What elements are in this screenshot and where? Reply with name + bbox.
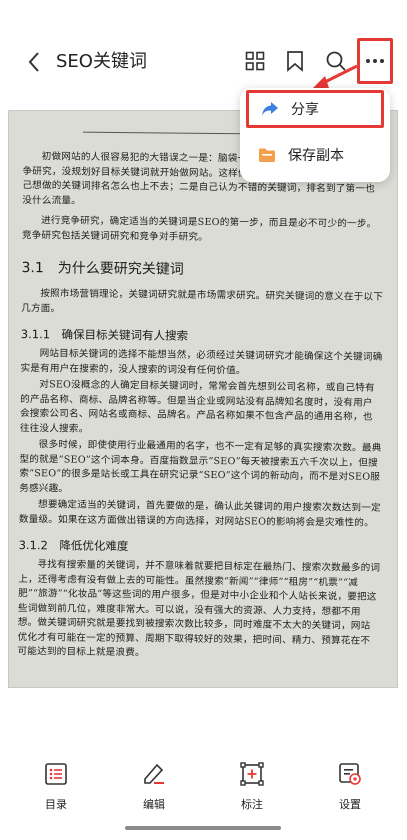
folder-icon (258, 146, 276, 164)
share-label: 分享 (291, 102, 319, 118)
catalog-button[interactable]: 目录 (26, 760, 86, 816)
settings-button[interactable]: 设置 (320, 760, 380, 816)
more-button[interactable] (357, 38, 393, 84)
document-content: 初做网站的人很容易犯的大错误之一是：脑袋一拍就贸然进入某个领域，跳过竞争研究，没… (17, 127, 385, 665)
page-title: SEO关键词 (56, 51, 147, 72)
more-menu: 分享 保存副本 (240, 88, 390, 182)
annotate-icon (238, 760, 266, 788)
paragraph: 网站目标关键词的选择不能想当然，必须经过关键词研究才能确保这个关键词确实是有用户… (20, 348, 383, 376)
bottom-toolbar: 目录 编辑 标注 设置 (0, 760, 407, 820)
edit-button[interactable]: 编辑 (124, 760, 184, 816)
bookmark-icon (287, 51, 303, 72)
pen-icon (140, 760, 168, 788)
save-copy-menu-item[interactable]: 保存副本 (246, 136, 384, 174)
catalog-label: 目录 (45, 798, 67, 811)
settings-icon (336, 760, 364, 788)
home-indicator[interactable] (125, 826, 281, 830)
paragraph: 对SEO没概念的人确定目标关键词时，常常会首先想到公司名称，或自己特有的产品名称… (19, 379, 375, 435)
annotate-label: 标注 (241, 798, 263, 811)
settings-label: 设置 (339, 798, 361, 811)
more-icon (366, 59, 384, 63)
back-arrow-icon (28, 52, 39, 72)
paragraph: 想要确定适当的关键词，首先要做的是，确认此关键词的用户搜索次数达到一定数量级。如… (18, 499, 381, 529)
grid-icon (245, 51, 265, 71)
share-icon (261, 100, 279, 118)
thumbnail-view-button[interactable] (240, 46, 270, 76)
subsection-heading: 3.1.2 降低优化难度 (18, 537, 129, 554)
edit-label: 编辑 (143, 798, 165, 811)
save-copy-label: 保存副本 (288, 148, 344, 164)
back-button[interactable] (22, 48, 46, 76)
share-menu-item[interactable]: 分享 (246, 90, 384, 128)
section-heading: 3.1 为什么要研究关键词 (21, 259, 184, 278)
subsection-heading: 3.1.1 确保目标关键词有人搜索 (20, 326, 189, 343)
app-window: SEO关键词 初做网站的人很容易犯的大错误之一是：脑袋一拍就贸然进入某个领域，跳 (0, 0, 407, 840)
paragraph: 进行竞争研究，确定适当的关键词是SEO的第一步，而且是必不可少的一步。竞争研究包… (21, 215, 377, 243)
annotate-button[interactable]: 标注 (222, 760, 282, 816)
paragraph: 很多时候，即使使用行业最通用的名字，也不一定有足够的真实搜索次数。最典型的就是“… (19, 439, 382, 494)
list-icon (42, 760, 70, 788)
document-page[interactable]: 初做网站的人很容易犯的大错误之一是：脑袋一拍就贸然进入某个领域，跳过竞争研究，没… (8, 110, 398, 688)
paragraph: 按照市场营销理论，关键词研究就是市场需求研究。研究关键词的意义在于以下几方面。 (21, 288, 384, 314)
paragraph: 寻找有搜索量的关键词，并不意味着就要把目标定在最热门、搜索次数最多的词上，还得考… (17, 559, 381, 659)
